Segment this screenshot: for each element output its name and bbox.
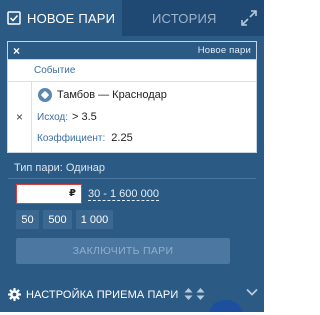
clear-slip-icon[interactable]: × <box>13 44 20 58</box>
sort-toggles[interactable] <box>184 287 205 301</box>
coefficient-value: 2.25 <box>111 132 133 144</box>
quick-stake-50[interactable]: 50 <box>16 210 39 229</box>
gear-icon <box>8 288 21 301</box>
coefficient-label: Коэффициент: <box>37 133 106 144</box>
event-teams: Тамбов — Краснодар <box>57 89 167 101</box>
tab-new-bet-label: НОВОЕ ПАРИ <box>27 10 116 26</box>
expand-icon[interactable] <box>240 9 258 27</box>
tab-new-bet[interactable]: НОВОЕ ПАРИ <box>0 0 122 36</box>
bet-slip-panel: НОВОЕ ПАРИ ИСТОРИЯ × Новое пари Событие … <box>0 0 264 312</box>
sort-icon <box>184 288 193 300</box>
bet-card: × Новое пари Событие × Тамбов — Краснода… <box>7 41 257 153</box>
remove-event-icon[interactable]: × <box>16 110 23 124</box>
tab-history-label: ИСТОРИЯ <box>152 10 217 26</box>
event-row: × Тамбов — Краснодар Исход: > 3.5 Коэффиц… <box>8 82 256 152</box>
bet-type-label: Тип пари: Одинар <box>14 162 106 174</box>
outcome-value: > 3.5 <box>72 111 97 123</box>
quick-stake-1000[interactable]: 1 000 <box>76 210 113 229</box>
outcome-line: Исход: > 3.5 <box>37 111 97 123</box>
sort-icon <box>196 288 205 300</box>
stake-input[interactable]: ₽ <box>16 184 82 204</box>
currency-symbol: ₽ <box>69 188 76 199</box>
place-bet-button[interactable]: ЗАКЛЮЧИТЬ ПАРИ <box>16 238 230 264</box>
event-column-header: Событие <box>8 60 256 82</box>
quick-stake-500[interactable]: 500 <box>43 210 72 229</box>
chevron-down-icon[interactable] <box>246 288 258 296</box>
outcome-label: Исход: <box>37 112 69 123</box>
football-icon <box>38 88 52 102</box>
stake-range-link[interactable]: 30 - 1 600 000 <box>88 188 159 201</box>
bet-card-title: Новое пари <box>197 45 251 56</box>
divider <box>31 82 32 152</box>
coupon-icon <box>7 11 21 25</box>
settings-label: НАСТРОЙКА ПРИЕМА ПАРИ <box>26 289 179 301</box>
tab-bar: НОВОЕ ПАРИ ИСТОРИЯ <box>0 0 264 36</box>
bet-card-header: × Новое пари <box>8 42 256 60</box>
divider <box>8 178 256 179</box>
coefficient-line: Коэффициент: 2.25 <box>37 132 133 144</box>
